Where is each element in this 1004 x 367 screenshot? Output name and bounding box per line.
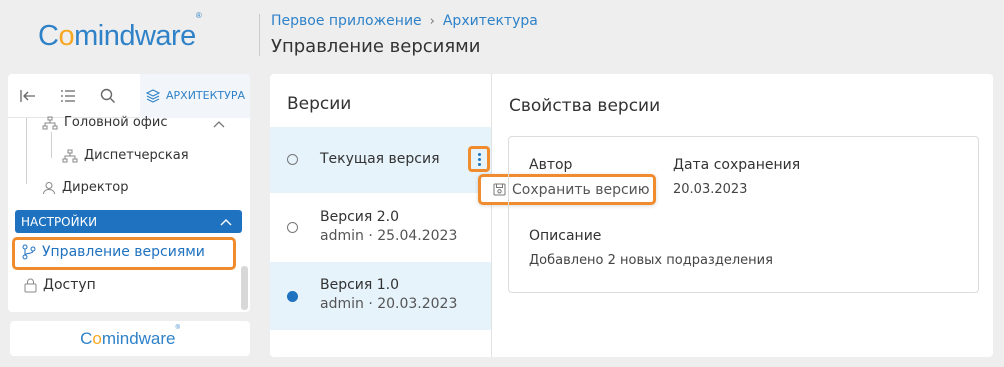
tree-item-dispatcher[interactable]: Диспетчерская [62, 148, 189, 163]
version-name: Версия 2.0 [320, 209, 400, 225]
section-label: НАСТРОЙКИ [21, 214, 98, 229]
properties-card: Автор Дата сохранения 20.03.2023 Описани… [508, 136, 979, 293]
app-logo: Comindware® [38, 11, 202, 52]
list-icon[interactable] [48, 74, 88, 118]
save-icon [493, 183, 506, 196]
author-label: Автор [529, 157, 573, 173]
breadcrumb-link-architecture[interactable]: Архитектура [443, 13, 538, 29]
version-name: Версия 1.0 [320, 277, 400, 293]
tree-item-head-office[interactable]: Головной офис [42, 115, 168, 130]
main-panel: Версии Текущая версия Версия 2.0 admin ·… [270, 74, 993, 357]
version-meta: admin · 20.03.2023 [320, 296, 458, 312]
footer-logo: Comindware® [80, 324, 180, 348]
version-row-1[interactable]: Версия 1.0 admin · 20.03.2023 [270, 262, 491, 330]
sidebar: АРХИТЕКТУРА Головной офис Диспетчерская … [8, 74, 250, 312]
sidebar-footer: Comindware® [10, 321, 250, 356]
versions-list: Версии Текущая версия Версия 2.0 admin ·… [270, 74, 492, 357]
sidebar-item-version-management[interactable]: Управление версиями [22, 244, 205, 260]
tree-item-label: Диспетчерская [84, 148, 189, 163]
sidebar-toolbar: АРХИТЕКТУРА [8, 74, 250, 118]
version-name: Текущая версия [320, 151, 440, 167]
org-structure-icon [42, 116, 58, 129]
version-row-2[interactable]: Версия 2.0 admin · 25.04.2023 [270, 193, 491, 262]
org-structure-icon [62, 149, 78, 162]
user-icon [43, 181, 55, 194]
more-options-icon[interactable] [468, 146, 490, 172]
architecture-tab-label: АРХИТЕКТУРА [166, 89, 245, 102]
tree-line [51, 132, 52, 158]
version-radio-selected[interactable] [287, 291, 298, 302]
save-date-label: Дата сохранения [673, 157, 801, 173]
sidebar-item-label: Управление версиями [42, 244, 205, 260]
breadcrumb: Первое приложение › Архитектура [271, 13, 538, 29]
version-row-current[interactable]: Текущая версия [270, 127, 491, 193]
page-title: Управление версиями [271, 36, 481, 57]
tree-item-director[interactable]: Директор [42, 180, 129, 195]
architecture-tab[interactable]: АРХИТЕКТУРА [140, 74, 250, 118]
versions-title: Версии [287, 94, 352, 114]
collapse-left-icon[interactable] [8, 74, 48, 118]
version-radio[interactable] [287, 222, 298, 233]
properties-title: Свойства версии [509, 96, 661, 116]
chevron-up-icon[interactable] [213, 120, 225, 128]
sidebar-item-label: Доступ [43, 277, 96, 293]
breadcrumb-link-app[interactable]: Первое приложение [271, 13, 422, 29]
sidebar-item-access[interactable]: Доступ [24, 277, 96, 293]
tree-item-label: Директор [62, 180, 129, 195]
branch-icon [22, 244, 36, 260]
layers-icon [146, 88, 160, 103]
version-radio[interactable] [287, 154, 298, 165]
description-value: Добавлено 2 новых подразделения [529, 253, 773, 268]
lock-icon [24, 278, 37, 292]
breadcrumb-separator: › [429, 13, 435, 29]
search-icon[interactable] [88, 74, 128, 118]
version-meta: admin · 25.04.2023 [320, 228, 458, 244]
header-divider [259, 14, 260, 56]
tree-line [26, 118, 27, 184]
sidebar-scrollbar[interactable] [241, 266, 248, 310]
section-settings-header[interactable]: НАСТРОЙКИ [15, 210, 242, 233]
tree-item-label: Головной офис [64, 115, 168, 130]
save-date-value: 20.03.2023 [673, 182, 748, 197]
description-label: Описание [529, 228, 602, 244]
chevron-up-icon [220, 218, 232, 225]
